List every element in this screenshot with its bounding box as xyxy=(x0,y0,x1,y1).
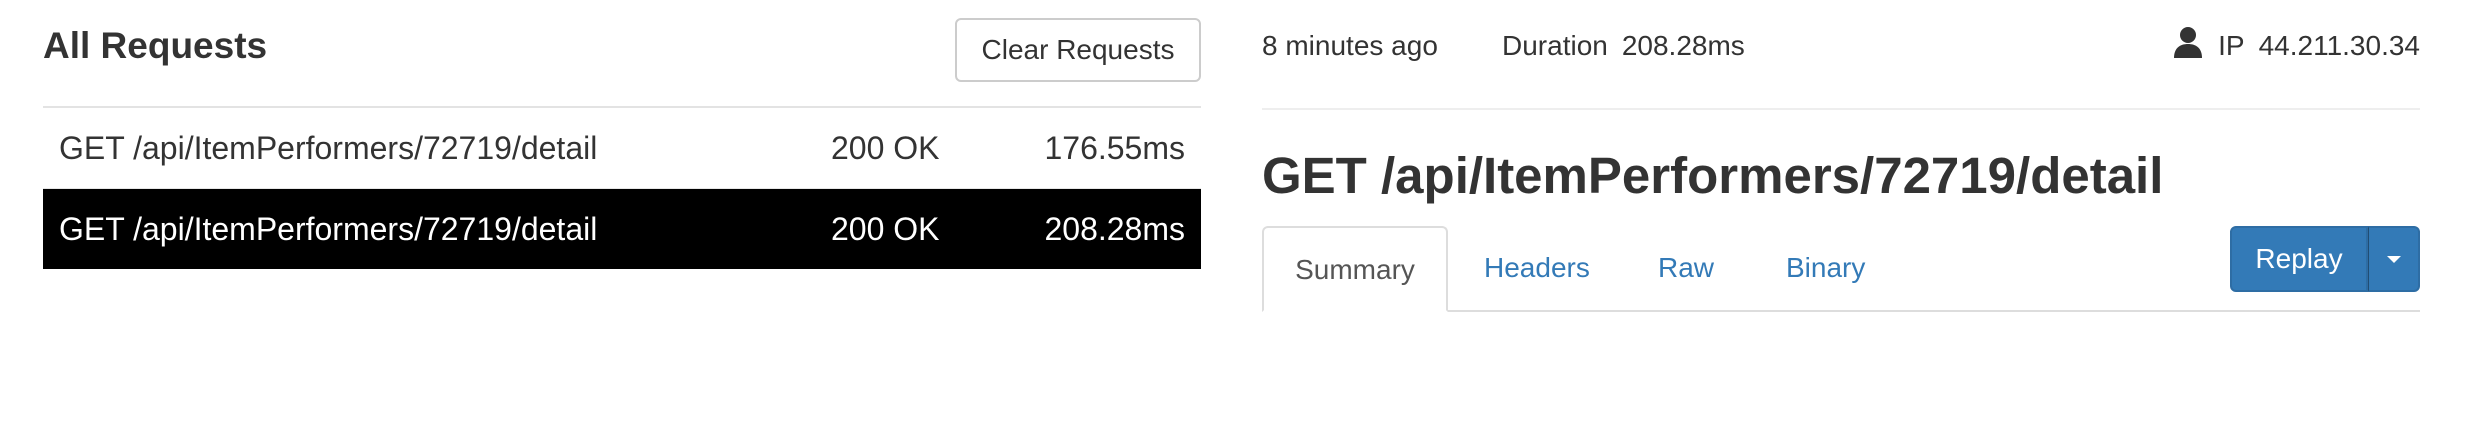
tab-binary[interactable]: Binary xyxy=(1786,226,1865,310)
duration-label: Duration xyxy=(1502,30,1608,61)
request-duration: 208.28ms xyxy=(1044,211,1185,247)
request-duration: 176.55ms xyxy=(1044,130,1185,166)
request-path: GET /api/ItemPerformers/72719/detail xyxy=(59,130,598,166)
duration-info: Duration 208.28ms xyxy=(1502,28,1745,64)
requests-list: GET /api/ItemPerformers/72719/detail 200… xyxy=(43,108,1201,269)
request-row-selected[interactable]: GET /api/ItemPerformers/72719/detail 200… xyxy=(43,189,1201,269)
requests-panel: All Requests Clear Requests GET /api/Ite… xyxy=(43,0,1201,269)
request-detail-panel: 8 minutes ago Duration 208.28ms IP 44.211.… xyxy=(1262,0,2420,312)
ip-label: IP xyxy=(2218,30,2245,61)
tab-summary[interactable]: Summary xyxy=(1262,226,1448,312)
request-title: GET /api/ItemPerformers/72719/detail xyxy=(1262,147,2164,204)
request-meta: 8 minutes ago Duration 208.28ms IP 44.211.… xyxy=(1262,0,2420,110)
request-path: GET /api/ItemPerformers/72719/detail xyxy=(59,211,598,247)
user-icon xyxy=(2174,26,2203,58)
replay-button-group: Replay xyxy=(2230,226,2420,292)
requests-title: All Requests xyxy=(43,25,268,66)
duration-value: 208.28ms xyxy=(1621,30,1745,61)
caret-down-icon xyxy=(2386,256,2401,263)
replay-button[interactable]: Replay xyxy=(2230,226,2368,292)
replay-dropdown-toggle[interactable] xyxy=(2368,226,2420,292)
clear-requests-button[interactable]: Clear Requests xyxy=(955,18,1201,82)
request-status: 200 OK xyxy=(831,211,940,247)
request-status: 200 OK xyxy=(831,130,940,166)
tab-raw[interactable]: Raw xyxy=(1658,226,1714,310)
tab-headers[interactable]: Headers xyxy=(1484,226,1590,310)
request-inspector: All Requests Clear Requests GET /api/Ite… xyxy=(0,0,2470,440)
request-row[interactable]: GET /api/ItemPerformers/72719/detail 200… xyxy=(43,108,1201,189)
ip-value: 44.211.30.34 xyxy=(2258,30,2420,61)
ip-info: IP 44.211.30.34 xyxy=(2174,26,2420,64)
time-ago: 8 minutes ago xyxy=(1262,30,1438,61)
requests-header: All Requests Clear Requests xyxy=(43,0,1201,108)
